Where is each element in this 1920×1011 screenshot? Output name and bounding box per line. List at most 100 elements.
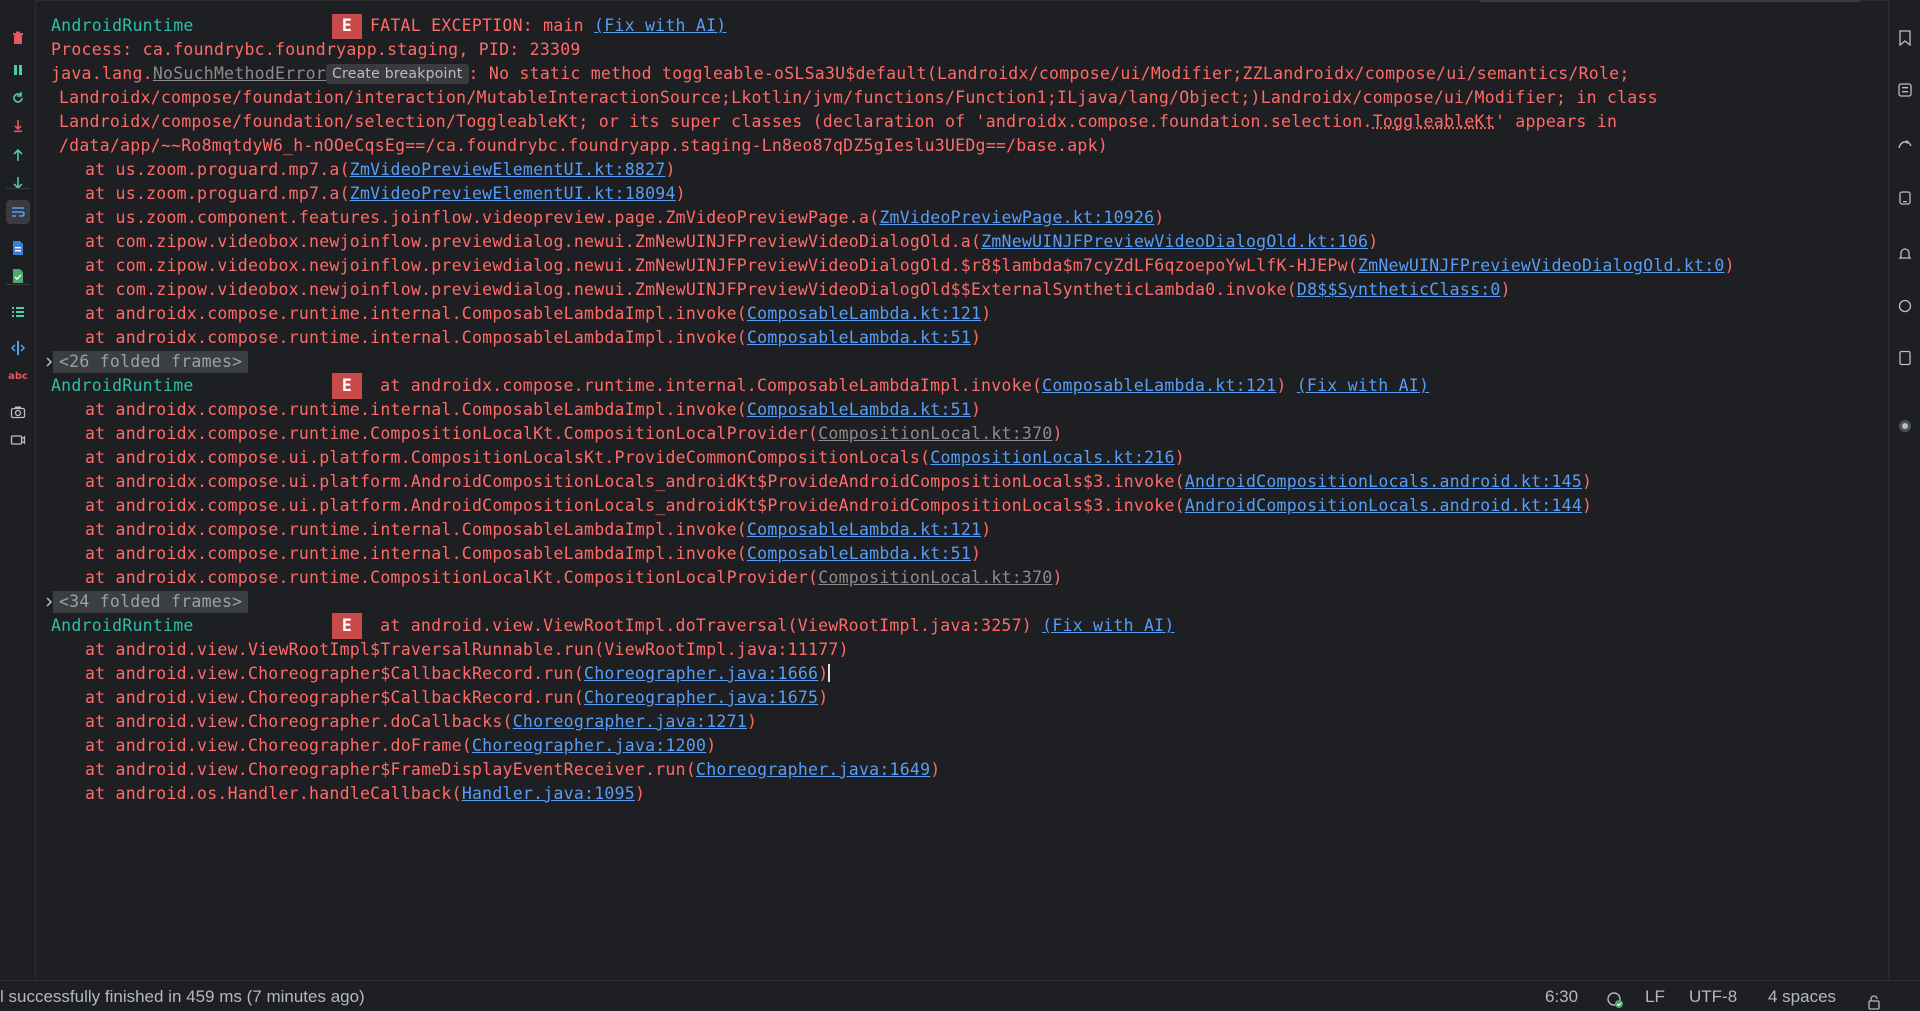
source-link[interactable]: ComposableLambda.kt:121 (1042, 376, 1276, 395)
log-entry-header[interactable]: AndroidRuntime E at android.view.ViewRoot… (36, 613, 1856, 639)
file-encoding[interactable]: UTF-8 (1689, 981, 1737, 1011)
fix-with-ai-link[interactable]: (Fix with AI) (1042, 616, 1174, 635)
log-text: at androidx.compose.runtime.internal.Com… (85, 520, 747, 539)
source-link[interactable]: ZmVideoPreviewElementUI.kt:8827 (350, 160, 666, 179)
log-text: FATAL EXCEPTION: main (370, 16, 595, 35)
stack-frame: at androidx.compose.runtime.internal.Com… (85, 326, 981, 350)
source-link[interactable]: ComposableLambda.kt:121 (747, 520, 981, 539)
source-link[interactable]: ComposableLambda.kt:51 (747, 400, 971, 419)
log-text: at androidx.compose.runtime.CompositionL… (85, 424, 819, 443)
source-link[interactable]: Choreographer.java:1271 (513, 712, 747, 731)
source-link[interactable]: ComposableLambda.kt:51 (747, 328, 971, 347)
ai-assistant-icon[interactable] (1606, 988, 1624, 1011)
source-link[interactable]: Choreographer.java:1675 (584, 688, 818, 707)
source-link[interactable]: ZmNewUINJFPreviewVideoDialogOld.kt:106 (981, 232, 1368, 251)
log-text: at us.zoom.proguard.mp7.a( (85, 160, 350, 179)
source-link[interactable]: Choreographer.java:1649 (696, 760, 930, 779)
down-arrow-icon[interactable] (6, 171, 30, 195)
stack-frame: at androidx.compose.runtime.internal.Com… (85, 302, 991, 326)
stack-frame: at androidx.compose.ui.platform.Composit… (85, 446, 1185, 470)
split-icon[interactable] (6, 336, 30, 360)
notifications-icon[interactable] (1897, 246, 1913, 262)
stack-frame: at android.view.Choreographer$CallbackRe… (85, 686, 828, 710)
log-text: /data/app/~~Ro8mqtdyW6_h-nOOeCqsEg==/ca.… (59, 136, 1108, 155)
abc-icon[interactable]: abc (6, 364, 30, 388)
source-link[interactable]: ZmVideoPreviewElementUI.kt:18094 (350, 184, 676, 203)
log-text: at android.view.Choreographer.doCallback… (85, 712, 513, 731)
log-entry-header[interactable]: AndroidRuntime E at androidx.compose.runt… (36, 373, 1856, 399)
source-link[interactable]: CompositionLocal.kt:370 (818, 424, 1052, 443)
caret-position[interactable]: 6:30 (1545, 981, 1578, 1011)
vertical-scrollbar[interactable] (1862, 0, 1884, 980)
source-link[interactable]: ZmNewUINJFPreviewVideoDialogOld.kt:0 (1358, 256, 1725, 275)
status-message[interactable]: l successfully finished in 459 ms (7 min… (0, 981, 365, 1011)
log-text: : No static method toggleable-oSLSa3U$de… (468, 64, 1630, 83)
source-link[interactable]: ZmVideoPreviewPage.kt:10926 (879, 208, 1154, 227)
log-text: at androidx.compose.runtime.internal.Com… (85, 328, 747, 347)
log-message: /data/app/~~Ro8mqtdyW6_h-nOOeCqsEg==/ca.… (59, 134, 1108, 158)
log-text: ) (981, 520, 992, 539)
error-level-badge: E (332, 613, 362, 639)
create-breakpoint-chip[interactable]: Create breakpoint (325, 64, 469, 84)
trash-icon[interactable] (6, 26, 30, 50)
source-link[interactable]: AndroidCompositionLocals.android.kt:144 (1185, 496, 1582, 515)
source-link[interactable]: Handler.java:1095 (462, 784, 635, 803)
log-text: at com.zipow.videobox.newjoinflow.previe… (85, 280, 1297, 299)
horizontal-scrollbar-thumb[interactable] (1480, 0, 1860, 2)
video-icon[interactable] (6, 428, 30, 452)
status-bar: l successfully finished in 459 ms (7 min… (0, 980, 1920, 1011)
fix-with-ai-link[interactable]: (Fix with AI) (594, 16, 726, 35)
scroll-to-end-icon[interactable] (6, 114, 30, 138)
device-manager-icon[interactable] (1897, 190, 1913, 206)
folded-frames-label[interactable]: <26 folded frames> (53, 351, 249, 373)
folded-frames-row[interactable]: <26 folded frames> (36, 350, 436, 374)
running-devices-icon[interactable] (1897, 350, 1913, 366)
log-entry-header[interactable]: AndroidRuntime E FATAL EXCEPTION: main (Fi… (36, 14, 1856, 39)
source-link[interactable]: CompositionLocal.kt:370 (818, 568, 1052, 587)
list-icon[interactable] (6, 300, 30, 324)
source-link[interactable]: CompositionLocals.kt:216 (930, 448, 1174, 467)
logcat-tool-icon[interactable] (1897, 418, 1913, 434)
log-message: Landroidx/compose/foundation/interaction… (59, 86, 1658, 110)
bookmark-icon[interactable] (1897, 30, 1913, 46)
database-icon[interactable] (1897, 82, 1913, 98)
log-text: ) (971, 400, 982, 419)
source-link[interactable]: Choreographer.java:1666 (584, 664, 818, 683)
line-separator[interactable]: LF (1645, 981, 1665, 1011)
logcat-output[interactable]: AndroidRuntime E FATAL EXCEPTION: main (Fi… (36, 14, 1862, 980)
fix-with-ai-link[interactable]: (Fix with AI) (1297, 376, 1429, 395)
text-cursor (828, 664, 831, 682)
gradle-icon[interactable] (1897, 136, 1913, 152)
indent-setting[interactable]: 4 spaces (1768, 981, 1836, 1011)
soft-wrap-icon[interactable] (6, 200, 30, 224)
restart-icon[interactable] (6, 86, 30, 110)
log-text: at androidx.compose.ui.platform.Composit… (85, 448, 931, 467)
pause-icon[interactable] (6, 58, 30, 82)
log-text: at android.view.Choreographer$CallbackRe… (85, 688, 585, 707)
log-text: ) (981, 304, 992, 323)
folded-frames-row[interactable]: <34 folded frames> (36, 590, 436, 614)
log-text: ) (971, 328, 982, 347)
up-arrow-icon[interactable] (6, 143, 30, 167)
log-text: at androidx.compose.runtime.CompositionL… (85, 568, 819, 587)
camera-icon[interactable] (6, 400, 30, 424)
file-icon[interactable] (6, 236, 30, 260)
source-link[interactable]: Choreographer.java:1200 (472, 736, 706, 755)
source-link[interactable]: D8$$SyntheticClass:0 (1297, 280, 1501, 299)
log-text: ) (665, 160, 676, 179)
source-link[interactable]: AndroidCompositionLocals.android.kt:145 (1185, 472, 1582, 491)
log-text: at androidx.compose.ui.platform.AndroidC… (85, 496, 1185, 515)
right-tool-strip (1888, 0, 1920, 980)
log-text: at android.view.ViewRootImpl$TraversalRu… (85, 640, 849, 659)
assistant-icon[interactable] (1897, 298, 1913, 314)
source-link[interactable]: ComposableLambda.kt:121 (747, 304, 981, 323)
stack-frame: at androidx.compose.runtime.CompositionL… (85, 422, 1063, 446)
log-text: at us.zoom.component.features.joinflow.v… (85, 208, 880, 227)
lock-icon[interactable] (1866, 989, 1882, 1011)
folded-frames-label[interactable]: <34 folded frames> (53, 591, 249, 613)
toolbar-separator (6, 188, 30, 189)
source-link[interactable]: NoSuchMethodError (153, 64, 326, 83)
source-link[interactable]: ComposableLambda.kt:51 (747, 544, 971, 563)
stack-frame: at android.view.Choreographer$FrameDispl… (85, 758, 940, 782)
stack-frame: at androidx.compose.runtime.internal.Com… (85, 542, 981, 566)
